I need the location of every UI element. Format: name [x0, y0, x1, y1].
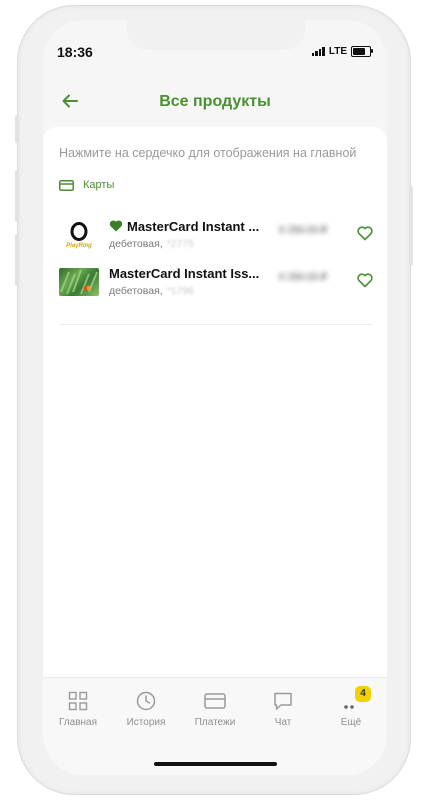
product-title: MasterCard Instant ... [127, 219, 260, 234]
network-type: LTE [328, 46, 347, 57]
tab-label: Платежи [194, 717, 236, 728]
home-indicator [154, 762, 277, 766]
hint-text: Нажмите на сердечко для отображения на г… [59, 146, 357, 160]
product-row[interactable]: MasterCard Instant Iss... дебетовая, *17… [59, 264, 373, 300]
page-title: Все продукты [159, 93, 271, 110]
tab-chat[interactable]: Чат [251, 691, 315, 728]
header: Все продукты [43, 88, 387, 118]
notch [127, 20, 305, 50]
product-title: MasterCard Instant Iss... [109, 266, 260, 281]
tab-label: Главная [58, 717, 98, 728]
notification-badge: 4 [355, 686, 371, 702]
favorite-heart-icon[interactable] [357, 273, 373, 288]
chat-bubble-icon [274, 692, 292, 710]
battery-icon [351, 46, 373, 57]
divider [59, 324, 373, 325]
screen: 18:36 LTE Все продукты Нажмите на сердеч… [43, 20, 387, 775]
green-card-logo [59, 268, 99, 296]
product-row[interactable]: PlayRing MasterCard Instant ... дебетова… [59, 217, 373, 253]
tab-more[interactable]: 4 Ещё [319, 686, 383, 728]
product-subtitle: дебетовая, *1796 [109, 285, 195, 297]
products-card: Нажмите на сердечко для отображения на г… [43, 127, 387, 707]
svg-text:PlayRing: PlayRing [66, 243, 92, 249]
clock-icon [136, 691, 156, 711]
section-cards: Карты [59, 179, 114, 191]
silent-switch [15, 115, 19, 143]
tab-label: Чат [274, 717, 292, 728]
favorite-heart-icon[interactable] [357, 226, 373, 241]
status-indicators: LTE [311, 46, 373, 57]
pinned-heart-icon [109, 220, 123, 232]
tab-bar: Главная История Платежи Чат 4 Ещё [43, 677, 387, 775]
tab-label: История [126, 717, 166, 728]
section-label: Карты [83, 179, 115, 191]
tab-label: Ещё [340, 717, 362, 728]
card-icon [59, 179, 74, 191]
power-button [409, 186, 413, 266]
tab-home[interactable]: Главная [46, 691, 110, 728]
product-subtitle: дебетовая, *2775 [109, 238, 195, 250]
grid-icon [68, 691, 88, 711]
product-balance: 6 256.03 ₽ [279, 225, 328, 236]
volume-up-button [15, 170, 19, 222]
product-balance: 6 256.03 ₽ [279, 272, 328, 283]
card-icon [204, 693, 226, 709]
signal-icon [311, 47, 325, 56]
volume-down-button [15, 234, 19, 286]
tab-history[interactable]: История [114, 691, 178, 728]
tab-payments[interactable]: Платежи [183, 691, 247, 728]
playring-card-logo: PlayRing [59, 221, 99, 249]
status-time: 18:36 [57, 44, 93, 60]
